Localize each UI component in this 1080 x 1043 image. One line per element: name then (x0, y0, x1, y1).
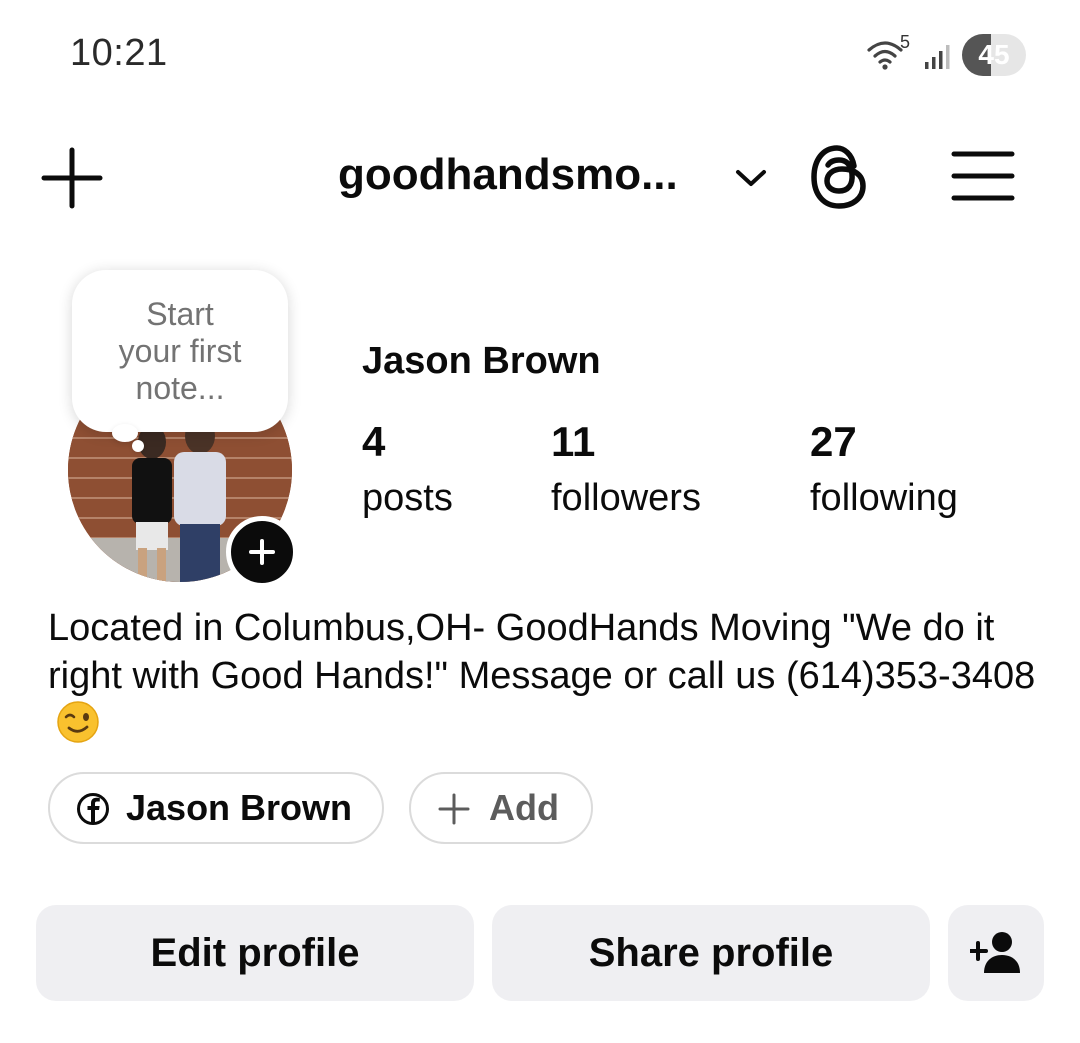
signal-icon (925, 45, 950, 69)
stat-followers-count: 11 (551, 418, 596, 465)
status-bar: 10:21 5 45 (0, 0, 1080, 110)
menu-icon[interactable] (950, 146, 1016, 206)
account-switcher-username[interactable]: goodhandsmo... (338, 150, 678, 200)
threads-icon[interactable] (808, 142, 870, 212)
battery-icon: 45 (962, 34, 1026, 76)
stat-posts-count: 4 (362, 418, 386, 465)
note-line-2: your first (118, 333, 242, 369)
status-time: 10:21 (70, 32, 168, 74)
stat-following-count: 27 (810, 418, 857, 465)
stat-posts-label: posts (362, 477, 453, 519)
add-link-label: Add (489, 787, 559, 828)
note-line-3: note... (135, 370, 225, 406)
winking-face-emoji-icon (57, 701, 99, 743)
share-profile-button[interactable]: Share profile (492, 905, 930, 1001)
add-story-button[interactable] (226, 516, 298, 588)
add-person-icon (970, 932, 1020, 973)
stat-posts[interactable]: 4 posts (362, 416, 453, 524)
profile-top-bar: goodhandsmo... (0, 130, 1080, 230)
edit-profile-button[interactable]: Edit profile (36, 905, 474, 1001)
profile-bio: Located in Columbus,OH- GoodHands Moving… (48, 604, 1038, 748)
note-bubble[interactable]: Start your first note... (72, 270, 288, 432)
profile-display-name: Jason Brown (362, 340, 601, 382)
note-bubble-tail (112, 424, 138, 442)
discover-people-button[interactable] (948, 905, 1044, 1001)
stat-following-label: following (810, 477, 958, 519)
stat-following[interactable]: 27 following (810, 416, 958, 524)
plus-icon (438, 793, 470, 825)
plus-icon[interactable] (38, 144, 106, 212)
note-line-1: Start (146, 296, 214, 332)
add-link-chip[interactable]: Add (409, 772, 593, 844)
bio-text: Located in Columbus,OH- GoodHands Moving… (48, 607, 1036, 697)
plus-small-icon (249, 539, 275, 565)
wifi-icon (867, 41, 903, 70)
chevron-down-icon[interactable] (734, 166, 768, 190)
stat-followers-label: followers (551, 477, 701, 519)
battery-level: 45 (978, 39, 1010, 70)
facebook-link-label: Jason Brown (126, 787, 353, 828)
wifi-badge: 5 (900, 32, 911, 52)
facebook-link-chip[interactable]: Jason Brown (48, 772, 384, 844)
facebook-icon (77, 793, 109, 825)
stat-followers[interactable]: 11 followers (551, 416, 701, 524)
note-bubble-tail-dot (132, 440, 144, 452)
